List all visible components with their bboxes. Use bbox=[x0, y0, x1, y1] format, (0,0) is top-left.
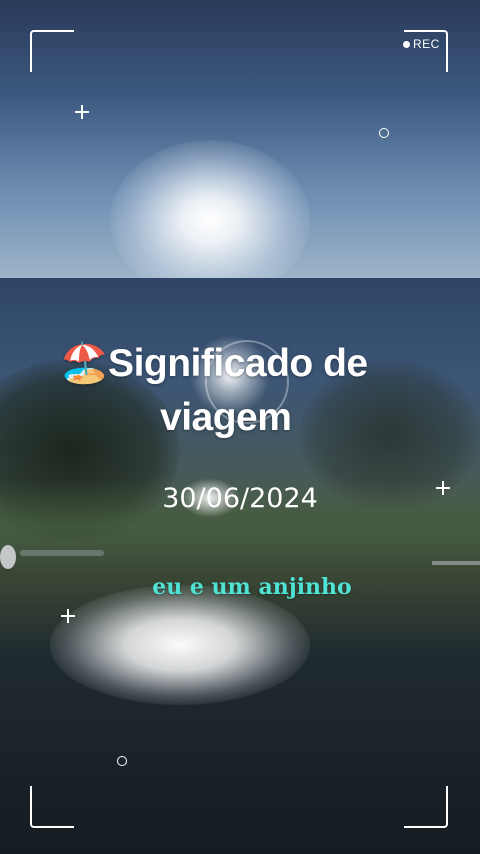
blurred-overlay-icon bbox=[0, 545, 16, 569]
rec-indicator: REC bbox=[403, 37, 440, 51]
story-title-line2: viagem bbox=[160, 396, 292, 439]
lens-glare bbox=[50, 585, 310, 705]
story-title: 🏖️Significado de viagem bbox=[60, 337, 450, 445]
blurred-overlay-line bbox=[432, 561, 480, 565]
circle-icon bbox=[117, 756, 127, 766]
rec-label: REC bbox=[413, 37, 440, 51]
plus-icon bbox=[61, 609, 75, 623]
story-caption: eu e um anjinho bbox=[152, 574, 352, 600]
frame-corner-top-left bbox=[30, 30, 74, 72]
circle-icon bbox=[379, 128, 389, 138]
frame-corner-bottom-right bbox=[404, 786, 448, 828]
sun-glow bbox=[110, 140, 310, 300]
blurred-overlay-bar bbox=[20, 550, 104, 556]
frame-corner-bottom-left bbox=[30, 786, 74, 828]
story-title-line1: 🏖️Significado de bbox=[60, 342, 368, 385]
rec-dot-icon bbox=[403, 40, 410, 48]
plus-icon bbox=[75, 105, 89, 119]
story-date: 30/06/2024 bbox=[162, 483, 318, 514]
